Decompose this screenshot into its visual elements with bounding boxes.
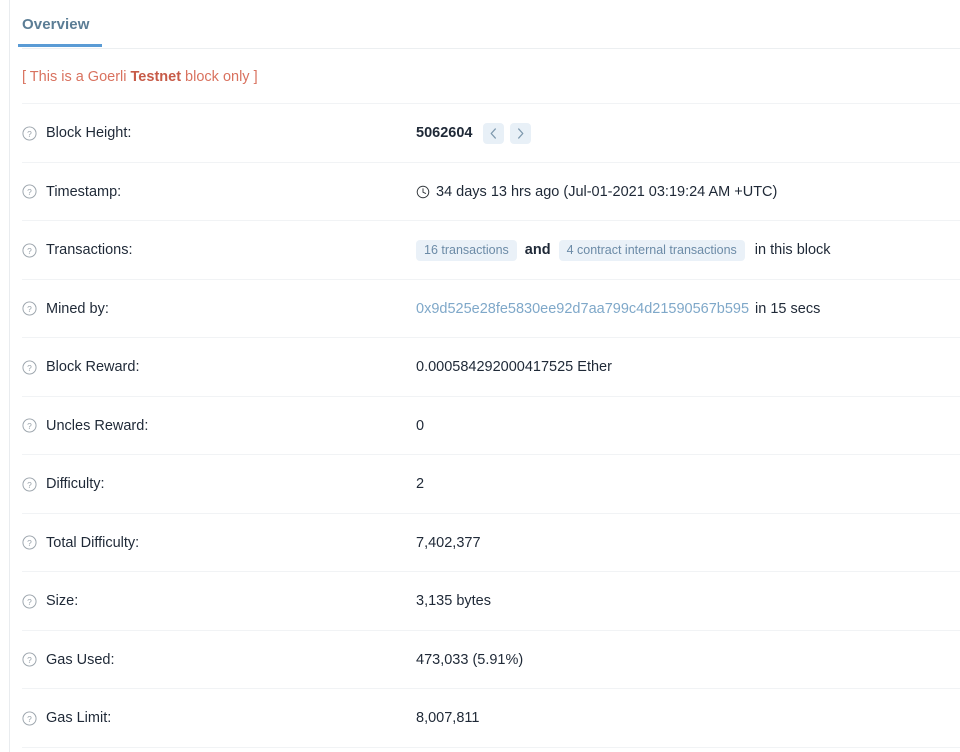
row-timestamp: ? Timestamp: 34 days 13 hrs ago (Jul-01-… (0, 163, 960, 222)
row-total-difficulty: ? Total Difficulty: 7,402,377 (0, 514, 960, 573)
question-circle-icon[interactable]: ? (22, 477, 37, 492)
question-circle-icon[interactable]: ? (22, 126, 37, 141)
internal-transactions-link[interactable]: 4 contract internal transactions (559, 240, 745, 262)
question-circle-icon[interactable]: ? (22, 360, 37, 375)
transactions-suffix: in this block (755, 242, 831, 258)
label-text: Difficulty: (46, 476, 105, 492)
row-difficulty: ? Difficulty: 2 (0, 455, 960, 514)
svg-text:?: ? (27, 480, 32, 490)
label-text: Uncles Reward: (46, 418, 148, 434)
clock-icon (416, 185, 430, 199)
transactions-conjunction: and (525, 242, 551, 258)
row-transactions: ? Transactions: 16 transactions and 4 co… (0, 221, 960, 280)
svg-text:?: ? (27, 187, 32, 197)
value-mined-by: 0x9d525e28fe5830ee92d7aa799c4d21590567b5… (416, 301, 820, 317)
row-block-reward: ? Block Reward: 0.000584292000417525 Eth… (0, 338, 960, 397)
value-total-difficulty: 7,402,377 (416, 535, 481, 551)
value-timestamp: 34 days 13 hrs ago (Jul-01-2021 03:19:24… (416, 184, 777, 200)
label-total-difficulty: ? Total Difficulty: (22, 535, 416, 551)
svg-text:?: ? (27, 538, 32, 548)
row-mined-by: ? Mined by: 0x9d525e28fe5830ee92d7aa799c… (0, 280, 960, 339)
testnet-notice: [ This is a Goerli Testnet block only ] (22, 69, 258, 85)
label-transactions: ? Transactions: (22, 242, 416, 258)
label-size: ? Size: (22, 593, 416, 609)
value-transactions: 16 transactions and 4 contract internal … (416, 240, 831, 262)
label-gas-used: ? Gas Used: (22, 652, 416, 668)
label-text: Timestamp: (46, 184, 121, 200)
question-circle-icon[interactable]: ? (22, 652, 37, 667)
tab-overview[interactable]: Overview (22, 3, 90, 47)
question-circle-icon[interactable]: ? (22, 301, 37, 316)
timestamp-text: 34 days 13 hrs ago (Jul-01-2021 03:19:24… (436, 184, 777, 200)
value-block-height: 5062604 (416, 123, 531, 144)
value-block-reward: 0.000584292000417525 Ether (416, 359, 612, 375)
svg-text:?: ? (27, 129, 32, 139)
question-circle-icon[interactable]: ? (22, 184, 37, 199)
svg-text:?: ? (27, 246, 32, 256)
svg-text:?: ? (27, 655, 32, 665)
svg-text:?: ? (27, 363, 32, 373)
next-block-button[interactable] (510, 123, 531, 144)
svg-text:?: ? (27, 714, 32, 724)
question-circle-icon[interactable]: ? (22, 418, 37, 433)
transactions-count-link[interactable]: 16 transactions (416, 240, 517, 262)
question-circle-icon[interactable]: ? (22, 243, 37, 258)
label-block-height: ? Block Height: (22, 125, 416, 141)
notice-prefix: [ This is a Goerli (22, 69, 131, 85)
label-text: Block Reward: (46, 359, 139, 375)
label-text: Gas Used: (46, 652, 115, 668)
label-text: Transactions: (46, 242, 133, 258)
block-height-number: 5062604 (416, 125, 472, 141)
prev-block-button[interactable] (483, 123, 504, 144)
row-block-height: ? Block Height: 5062604 (0, 104, 960, 163)
tab-bar: Overview (0, 0, 960, 49)
label-text: Mined by: (46, 301, 109, 317)
svg-text:?: ? (27, 304, 32, 314)
label-text: Size: (46, 593, 78, 609)
label-difficulty: ? Difficulty: (22, 476, 416, 492)
question-circle-icon[interactable]: ? (22, 711, 37, 726)
testnet-notice-row: [ This is a Goerli Testnet block only ] (0, 49, 960, 104)
label-block-reward: ? Block Reward: (22, 359, 416, 375)
block-nav-buttons (483, 123, 531, 144)
row-size: ? Size: 3,135 bytes (0, 572, 960, 631)
row-gas-used: ? Gas Used: 473,033 (5.91%) (0, 631, 960, 690)
question-circle-icon[interactable]: ? (22, 535, 37, 550)
row-gas-limit: ? Gas Limit: 8,007,811 (0, 689, 960, 748)
svg-text:?: ? (27, 421, 32, 431)
svg-text:?: ? (27, 597, 32, 607)
value-difficulty: 2 (416, 476, 424, 492)
row-uncles-reward: ? Uncles Reward: 0 (0, 397, 960, 456)
value-gas-used: 473,033 (5.91%) (416, 652, 523, 668)
question-circle-icon[interactable]: ? (22, 594, 37, 609)
mined-by-suffix: in 15 secs (755, 301, 820, 317)
notice-suffix: block only ] (181, 69, 258, 85)
label-uncles-reward: ? Uncles Reward: (22, 418, 416, 434)
block-overview-card: Overview [ This is a Goerli Testnet bloc… (0, 0, 960, 752)
label-gas-limit: ? Gas Limit: (22, 710, 416, 726)
label-text: Total Difficulty: (46, 535, 139, 551)
value-size: 3,135 bytes (416, 593, 491, 609)
miner-address-link[interactable]: 0x9d525e28fe5830ee92d7aa799c4d21590567b5… (416, 301, 749, 317)
value-gas-limit: 8,007,811 (416, 710, 479, 726)
label-timestamp: ? Timestamp: (22, 184, 416, 200)
notice-emphasis: Testnet (131, 69, 182, 85)
value-uncles-reward: 0 (416, 418, 424, 434)
label-text: Gas Limit: (46, 710, 111, 726)
label-text: Block Height: (46, 125, 131, 141)
label-mined-by: ? Mined by: (22, 301, 416, 317)
